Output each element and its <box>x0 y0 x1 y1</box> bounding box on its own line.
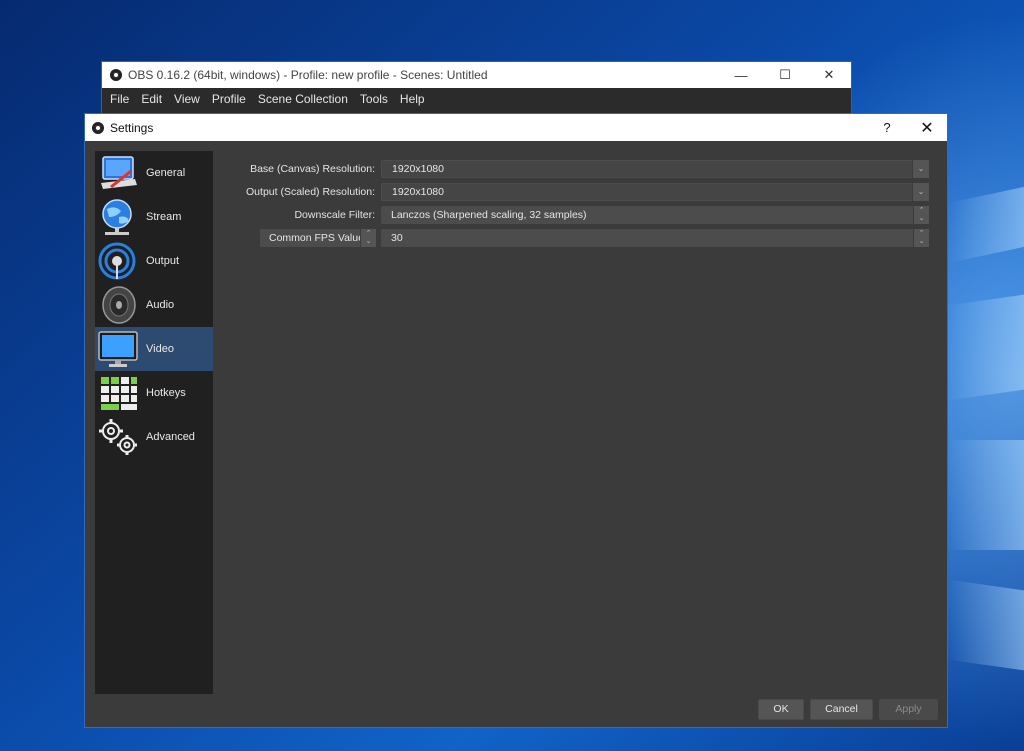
fps-value-select[interactable]: 30 ⌃ ⌄ <box>381 229 929 247</box>
fps-type-value: Common FPS Values <box>269 232 370 244</box>
base-resolution-value[interactable]: 1920x1080 <box>382 161 912 177</box>
downscale-filter-value: Lanczos (Sharpened scaling, 32 samples) <box>391 209 587 221</box>
obs-app-icon <box>92 121 104 134</box>
wallpaper-light-beam <box>948 186 1024 264</box>
fps-value: 30 <box>391 232 403 244</box>
sidebar-item-hotkeys[interactable]: Hotkeys <box>95 371 213 415</box>
wallpaper-light-beam <box>948 579 1024 671</box>
obs-titlebar[interactable]: OBS 0.16.2 (64bit, windows) - Profile: n… <box>102 62 851 88</box>
updown-arrows-icon[interactable]: ⌃ ⌄ <box>913 206 929 224</box>
output-resolution-row: Output (Scaled) Resolution: 1920x1080 ⌄ <box>85 183 947 201</box>
menu-help[interactable]: Help <box>394 88 431 110</box>
advanced-icon <box>97 417 139 457</box>
help-button[interactable]: ? <box>867 120 907 135</box>
apply-button[interactable]: Apply <box>879 699 938 720</box>
ok-button[interactable]: OK <box>758 699 804 720</box>
sidebar-item-label: Video <box>146 343 174 355</box>
menu-bar: File Edit View Profile Scene Collection … <box>102 88 851 110</box>
menu-edit[interactable]: Edit <box>135 88 168 110</box>
chevron-down-icon[interactable]: ⌄ <box>912 160 929 178</box>
output-resolution-label: Output (Scaled) Resolution: <box>246 186 375 198</box>
sidebar-item-audio[interactable]: Audio <box>95 283 213 327</box>
obs-app-icon <box>110 69 122 81</box>
output-resolution-combo[interactable]: 1920x1080 ⌄ <box>381 183 929 201</box>
settings-title: Settings <box>110 120 154 135</box>
close-window-button[interactable]: ✕ <box>807 67 851 83</box>
menu-profile[interactable]: Profile <box>206 88 252 110</box>
minimize-button[interactable]: — <box>719 68 763 83</box>
menu-tools[interactable]: Tools <box>354 88 394 110</box>
close-dialog-button[interactable]: ✕ <box>907 118 947 138</box>
base-resolution-label: Base (Canvas) Resolution: <box>250 163 375 175</box>
menu-file[interactable]: File <box>104 88 135 110</box>
downscale-filter-select[interactable]: Lanczos (Sharpened scaling, 32 samples) … <box>381 206 929 224</box>
sidebar-item-label: Advanced <box>146 431 195 443</box>
output-icon <box>97 241 139 281</box>
hotkeys-icon <box>97 373 139 413</box>
sidebar-item-video[interactable]: Video <box>95 327 213 371</box>
wallpaper-light-beam <box>948 440 1024 550</box>
base-resolution-combo[interactable]: 1920x1080 ⌄ <box>381 160 929 178</box>
menu-view[interactable]: View <box>168 88 206 110</box>
sidebar-item-label: Audio <box>146 299 175 311</box>
settings-titlebar[interactable]: Settings ? ✕ <box>85 114 947 141</box>
obs-window-title: OBS 0.16.2 (64bit, windows) - Profile: n… <box>128 68 488 82</box>
downscale-filter-label: Downscale Filter: <box>294 209 375 221</box>
maximize-button[interactable]: ☐ <box>763 67 807 83</box>
audio-icon <box>97 285 139 325</box>
base-resolution-row: Base (Canvas) Resolution: 1920x1080 ⌄ <box>85 160 947 178</box>
fps-row: Common FPS Values ⌃ ⌄ 30 ⌃ ⌄ <box>85 229 947 247</box>
wallpaper-light-beam <box>948 294 1024 401</box>
settings-dialog: Settings ? ✕ General Stream Output Audio… <box>84 113 948 728</box>
sidebar-item-label: Output <box>146 255 180 267</box>
downscale-filter-row: Downscale Filter: Lanczos (Sharpened sca… <box>85 206 947 224</box>
sidebar-item-advanced[interactable]: Advanced <box>95 415 213 459</box>
cancel-button[interactable]: Cancel <box>810 699 873 720</box>
menu-scene-collection[interactable]: Scene Collection <box>252 88 354 110</box>
sidebar-item-label: Hotkeys <box>146 387 186 399</box>
fps-type-select[interactable]: Common FPS Values ⌃ ⌄ <box>260 229 376 247</box>
updown-arrows-icon[interactable]: ⌃ ⌄ <box>360 229 376 247</box>
updown-arrows-icon[interactable]: ⌃ ⌄ <box>913 229 929 247</box>
chevron-down-icon[interactable]: ⌄ <box>912 183 929 201</box>
output-resolution-value[interactable]: 1920x1080 <box>382 184 912 200</box>
video-icon <box>97 329 139 369</box>
